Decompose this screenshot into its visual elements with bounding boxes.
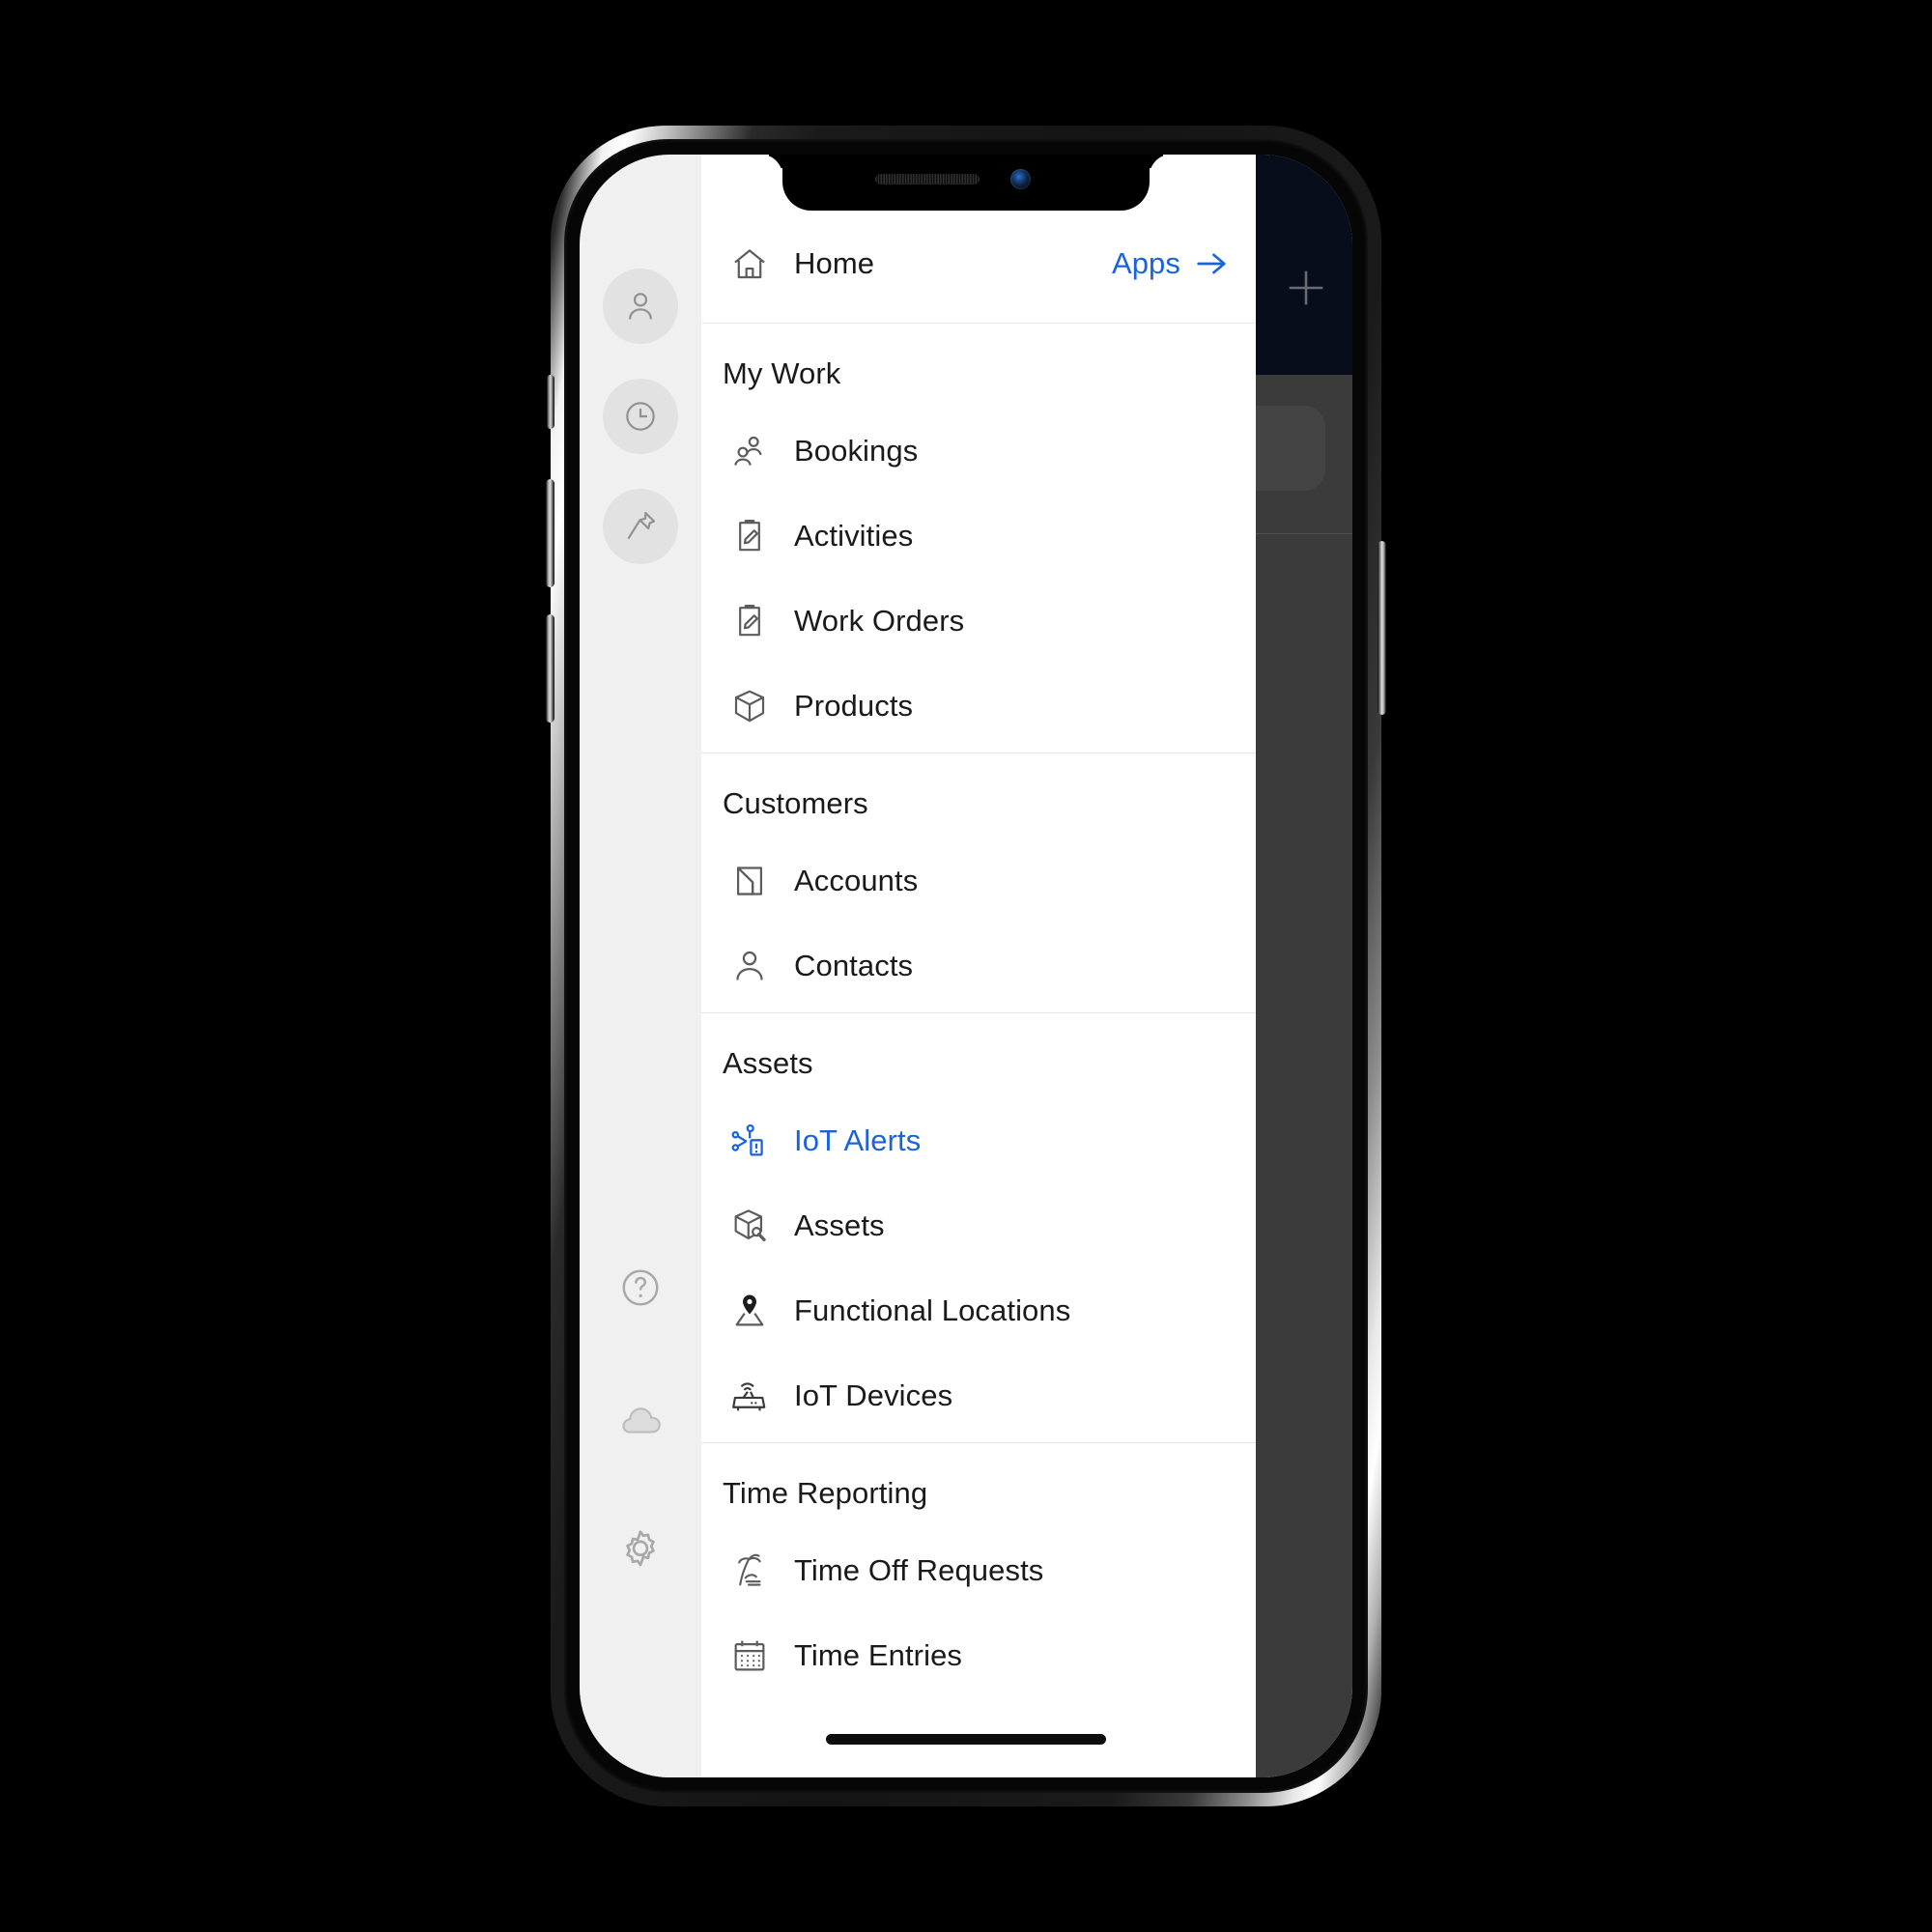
question-circle-icon [618,1265,663,1310]
menu-item-home-label: Home [794,246,875,280]
account-icon [721,861,779,901]
pin-icon [621,507,660,546]
home-indicator[interactable] [826,1734,1106,1745]
rail-item-settings[interactable] [603,1513,678,1588]
router-icon [721,1376,779,1416]
speaker-grille [875,174,980,185]
menu-item-time-off-requests[interactable]: Time Off Requests [701,1528,1256,1613]
menu-item-functional-locations[interactable]: Functional Locations [701,1268,1256,1353]
left-rail-top-group [603,269,678,564]
menu-item-label: Time Off Requests [794,1553,1044,1587]
person-icon [621,287,660,326]
phone-notch [782,155,1150,211]
menu-item-label: Contacts [794,949,914,982]
iot-alert-icon [721,1121,779,1161]
rail-item-recent[interactable] [603,379,678,454]
gear-icon [615,1525,666,1576]
menu-item-iot-alerts[interactable]: IoT Alerts [701,1098,1256,1183]
calendar-icon [721,1635,779,1676]
volume-down-button[interactable] [546,614,554,723]
menu-item-iot-devices[interactable]: IoT Devices [701,1353,1256,1438]
rail-item-profile[interactable] [603,269,678,344]
screenshot-stage: More [0,0,1932,1932]
arrow-right-icon [1192,244,1231,283]
left-rail-bottom-group [603,1250,678,1588]
navigation-menu-panel: Home Apps My Work Bookings Activities Wo… [701,155,1256,1777]
box-icon [721,686,779,726]
navigation-menu-scroll[interactable]: Home Apps My Work Bookings Activities Wo… [701,155,1256,1777]
home-icon [721,243,779,284]
rail-item-pinned[interactable] [603,489,678,564]
menu-item-label: Functional Locations [794,1293,1071,1327]
menu-item-contacts[interactable]: Contacts [701,923,1256,1009]
people-icon [721,431,779,471]
plus-icon[interactable] [1281,263,1331,313]
menu-item-work-orders[interactable]: Work Orders [701,579,1256,664]
menu-item-label: Time Entries [794,1638,963,1672]
map-pin-icon [721,1291,779,1331]
apps-link-label: Apps [1111,246,1180,280]
section-title-assets: Assets [723,1046,813,1080]
menu-item-label: Accounts [794,864,919,897]
front-camera [1010,169,1031,189]
section-title-time-reporting: Time Reporting [723,1476,928,1510]
menu-item-label: Activities [794,519,914,553]
menu-item-time-entries[interactable]: Time Entries [701,1613,1256,1698]
menu-item-bookings[interactable]: Bookings [701,409,1256,494]
section-title-my-work: My Work [723,356,841,390]
menu-item-assets[interactable]: Assets [701,1183,1256,1268]
palm-tree-icon [721,1550,779,1591]
rail-item-help[interactable] [603,1250,678,1325]
menu-item-activities[interactable]: Activities [701,494,1256,579]
menu-item-accounts[interactable]: Accounts [701,838,1256,923]
clipboard-pen-icon [721,601,779,641]
menu-item-label: IoT Devices [794,1378,953,1412]
clipboard-pen-icon [721,516,779,556]
cloud-icon [615,1394,666,1444]
power-button[interactable] [1378,541,1386,715]
menu-item-products[interactable]: Products [701,664,1256,749]
volume-up-button[interactable] [546,479,554,587]
left-rail [580,155,701,1777]
mute-switch-button[interactable] [547,375,554,429]
rail-item-offline[interactable] [603,1381,678,1457]
box-wrench-icon [721,1206,779,1246]
menu-item-label: Products [794,689,914,723]
menu-item-label: Assets [794,1208,885,1242]
menu-item-home[interactable]: Home Apps [701,211,1256,317]
phone-screen: More [580,155,1352,1777]
menu-item-label: Work Orders [794,604,965,638]
menu-item-label: IoT Alerts [794,1123,922,1157]
apps-link[interactable]: Apps [1112,244,1231,283]
phone-device: More [546,126,1386,1806]
clock-icon [621,397,660,436]
section-title-customers: Customers [723,786,868,820]
menu-item-label: Bookings [794,434,919,468]
person-icon [721,946,779,986]
